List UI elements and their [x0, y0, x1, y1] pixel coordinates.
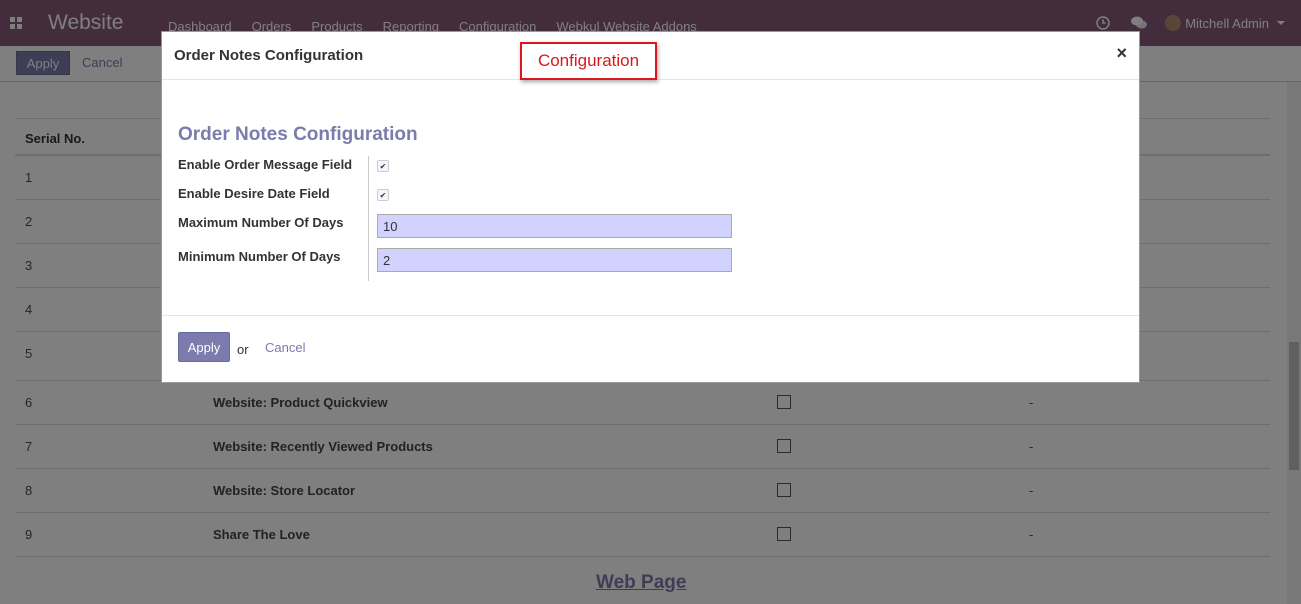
check-icon: ✔: [379, 190, 387, 200]
form-title: Order Notes Configuration: [178, 124, 418, 145]
max-days-input[interactable]: [377, 214, 732, 238]
dialog-header: Order Notes Configuration Configuration …: [162, 32, 1139, 80]
enable-message-label: Enable Order Message Field: [178, 157, 353, 172]
dialog-body: Order Notes Configuration Enable Order M…: [162, 80, 1139, 316]
dialog-cancel-button[interactable]: Cancel: [265, 340, 305, 355]
dialog-apply-button[interactable]: Apply: [178, 332, 230, 362]
annotation-callout: Configuration: [520, 42, 657, 80]
close-icon[interactable]: ×: [1116, 43, 1127, 64]
or-text: or: [237, 342, 249, 357]
check-icon: ✔: [379, 161, 387, 171]
min-days-input[interactable]: [377, 248, 732, 272]
max-days-label: Maximum Number Of Days: [178, 215, 344, 230]
dialog-footer: Apply or Cancel: [162, 315, 1139, 383]
configuration-dialog: Order Notes Configuration Configuration …: [161, 31, 1140, 383]
dialog-title: Order Notes Configuration: [174, 47, 364, 64]
form-divider: [368, 156, 369, 281]
enable-message-checkbox[interactable]: ✔: [377, 160, 389, 172]
enable-date-checkbox[interactable]: ✔: [377, 189, 389, 201]
min-days-label: Minimum Number Of Days: [178, 249, 341, 264]
enable-date-label: Enable Desire Date Field: [178, 186, 330, 201]
